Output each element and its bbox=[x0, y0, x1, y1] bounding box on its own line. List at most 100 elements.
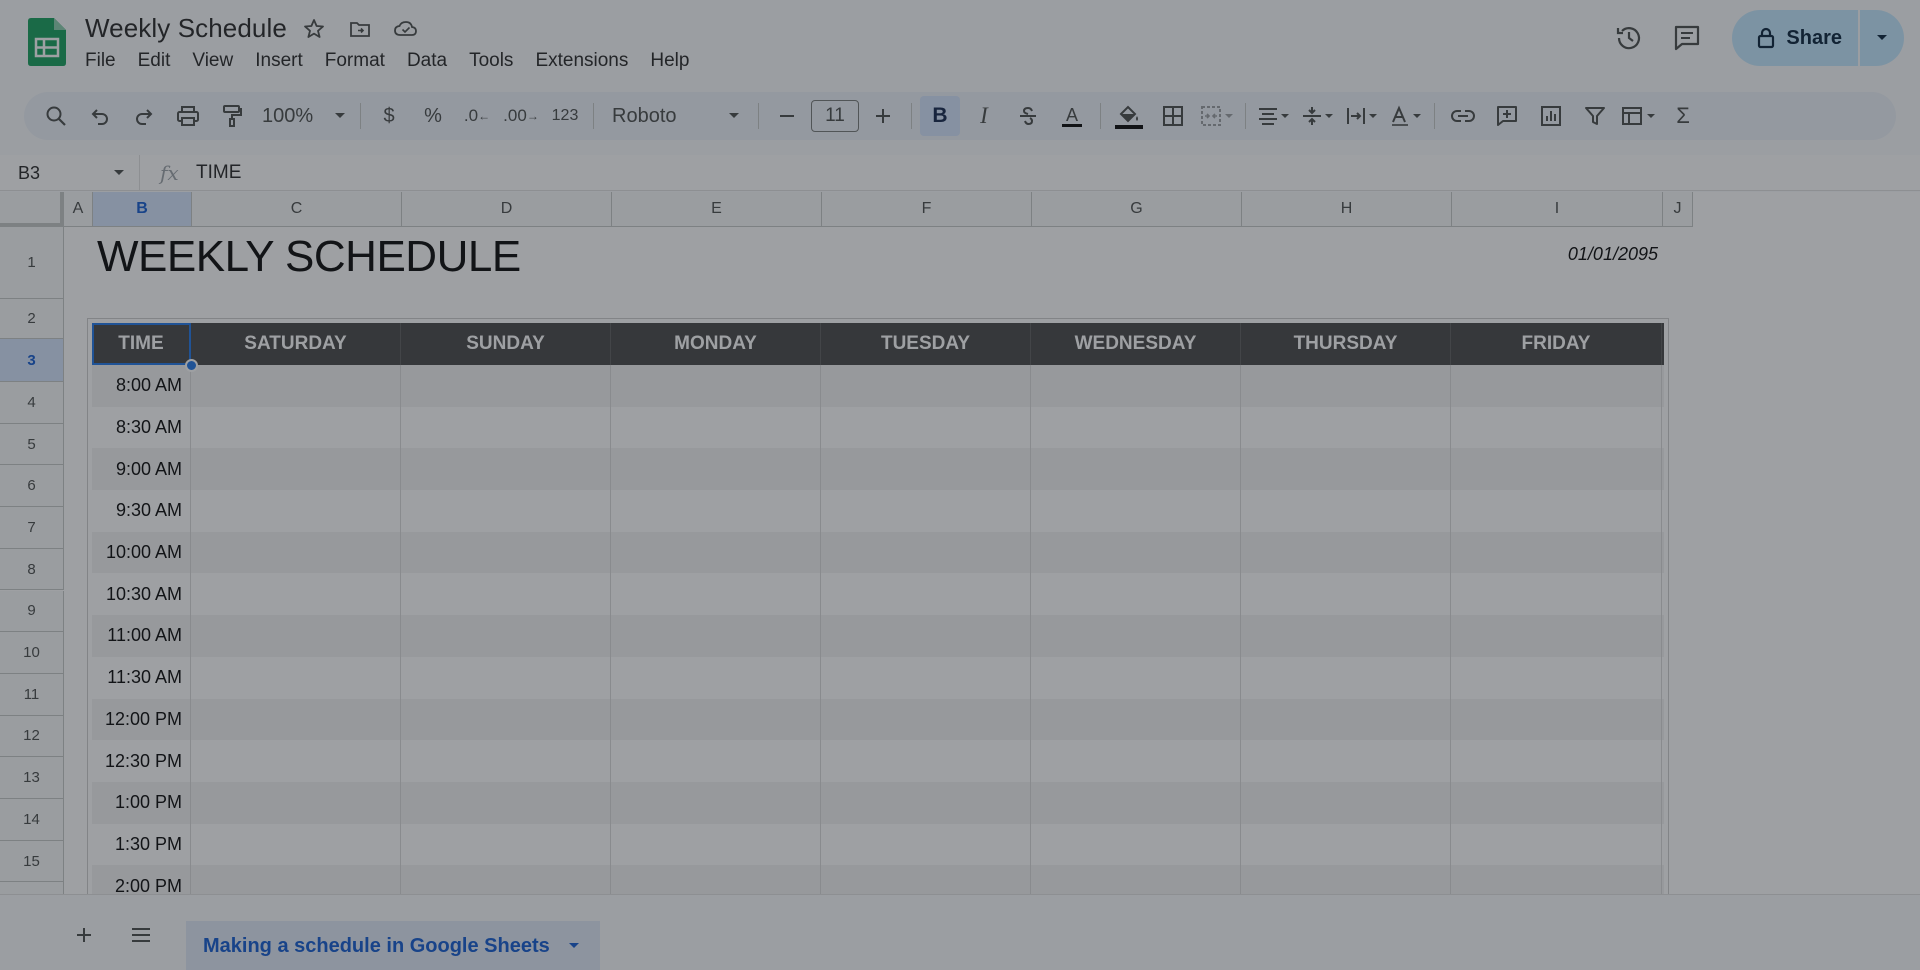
day-cell-thursday[interactable] bbox=[1241, 656, 1451, 699]
time-cell[interactable]: 1:30 PM bbox=[92, 823, 191, 866]
day-cell-tuesday[interactable] bbox=[821, 490, 1031, 532]
day-cell-tuesday[interactable] bbox=[821, 656, 1031, 699]
row-header-6[interactable]: 6 bbox=[0, 465, 64, 508]
more-formats-button[interactable]: 123 bbox=[545, 96, 585, 136]
horizontal-align-icon[interactable] bbox=[1254, 96, 1294, 136]
text-rotation-icon[interactable] bbox=[1386, 96, 1426, 136]
column-header-j[interactable]: J bbox=[1663, 192, 1693, 227]
row-header-13[interactable]: 13 bbox=[0, 757, 64, 799]
day-cell-saturday[interactable] bbox=[191, 781, 401, 824]
day-cell-thursday[interactable] bbox=[1241, 781, 1451, 824]
time-cell[interactable]: 11:00 AM bbox=[92, 615, 191, 657]
sheets-logo-icon[interactable] bbox=[28, 18, 66, 66]
text-color-button[interactable]: A bbox=[1052, 96, 1092, 136]
day-cell-saturday[interactable] bbox=[191, 448, 401, 491]
day-cell-wednesday[interactable] bbox=[1031, 865, 1241, 894]
day-cell-tuesday[interactable] bbox=[821, 448, 1031, 491]
comments-icon[interactable] bbox=[1662, 10, 1712, 66]
day-cell-saturday[interactable] bbox=[191, 365, 401, 407]
day-cell-monday[interactable] bbox=[611, 823, 821, 866]
day-cell-wednesday[interactable] bbox=[1031, 656, 1241, 699]
decrease-decimal-button[interactable]: .0 ← bbox=[457, 96, 497, 136]
day-cell-tuesday[interactable] bbox=[821, 406, 1031, 449]
day-cell-saturday[interactable] bbox=[191, 531, 401, 574]
time-cell[interactable]: 12:00 PM bbox=[92, 698, 191, 741]
header-cell-friday[interactable]: FRIDAY bbox=[1451, 323, 1662, 365]
filter-icon[interactable] bbox=[1575, 96, 1615, 136]
header-cell-time[interactable]: TIME bbox=[92, 323, 191, 365]
row-header-7[interactable]: 7 bbox=[0, 507, 64, 549]
day-cell-thursday[interactable] bbox=[1241, 823, 1451, 866]
name-box[interactable]: B3 bbox=[0, 155, 140, 191]
increase-decimal-button[interactable]: .00 → bbox=[501, 96, 541, 136]
menu-help[interactable]: Help bbox=[639, 48, 700, 74]
merge-cells-icon[interactable] bbox=[1197, 96, 1237, 136]
day-cell-sunday[interactable] bbox=[401, 781, 611, 824]
version-history-icon[interactable] bbox=[1604, 10, 1654, 66]
day-cell-friday[interactable] bbox=[1451, 490, 1662, 532]
header-cell-monday[interactable]: MONDAY bbox=[611, 323, 821, 365]
day-cell-friday[interactable] bbox=[1451, 781, 1662, 824]
all-sheets-icon[interactable] bbox=[121, 915, 161, 955]
row-header-4[interactable]: 4 bbox=[0, 382, 64, 424]
undo-icon[interactable] bbox=[80, 96, 120, 136]
day-cell-thursday[interactable] bbox=[1241, 740, 1451, 782]
select-all-corner[interactable] bbox=[0, 192, 64, 227]
font-size-input[interactable]: 11 bbox=[811, 100, 859, 132]
day-cell-friday[interactable] bbox=[1451, 698, 1662, 741]
redo-icon[interactable] bbox=[124, 96, 164, 136]
day-cell-monday[interactable] bbox=[611, 865, 821, 894]
day-cell-sunday[interactable] bbox=[401, 490, 611, 532]
day-cell-friday[interactable] bbox=[1451, 823, 1662, 866]
day-cell-friday[interactable] bbox=[1451, 573, 1662, 616]
day-cell-sunday[interactable] bbox=[401, 698, 611, 741]
day-cell-saturday[interactable] bbox=[191, 865, 401, 894]
day-cell-monday[interactable] bbox=[611, 448, 821, 491]
day-cell-friday[interactable] bbox=[1451, 615, 1662, 657]
day-cell-saturday[interactable] bbox=[191, 615, 401, 657]
format-currency-button[interactable]: $ bbox=[369, 96, 409, 136]
day-cell-wednesday[interactable] bbox=[1031, 490, 1241, 532]
column-header-c[interactable]: C bbox=[192, 192, 402, 227]
day-cell-wednesday[interactable] bbox=[1031, 781, 1241, 824]
day-cell-saturday[interactable] bbox=[191, 698, 401, 741]
insert-link-icon[interactable] bbox=[1443, 96, 1483, 136]
day-cell-sunday[interactable] bbox=[401, 531, 611, 574]
time-cell[interactable]: 8:00 AM bbox=[92, 365, 191, 407]
column-header-h[interactable]: H bbox=[1242, 192, 1452, 227]
header-cell-wednesday[interactable]: WEDNESDAY bbox=[1031, 323, 1241, 365]
menu-data[interactable]: Data bbox=[396, 48, 458, 74]
row-header-16[interactable]: 16 bbox=[0, 882, 64, 894]
day-cell-tuesday[interactable] bbox=[821, 365, 1031, 407]
day-cell-tuesday[interactable] bbox=[821, 781, 1031, 824]
day-cell-monday[interactable] bbox=[611, 531, 821, 574]
day-cell-friday[interactable] bbox=[1451, 406, 1662, 449]
print-icon[interactable] bbox=[168, 96, 208, 136]
day-cell-monday[interactable] bbox=[611, 740, 821, 782]
add-sheet-icon[interactable] bbox=[64, 915, 104, 955]
day-cell-wednesday[interactable] bbox=[1031, 406, 1241, 449]
day-cell-wednesday[interactable] bbox=[1031, 823, 1241, 866]
strikethrough-icon[interactable] bbox=[1008, 96, 1048, 136]
share-dropdown-button[interactable] bbox=[1860, 10, 1904, 66]
day-cell-monday[interactable] bbox=[611, 406, 821, 449]
time-cell[interactable]: 1:00 PM bbox=[92, 781, 191, 824]
day-cell-friday[interactable] bbox=[1451, 865, 1662, 894]
day-cell-thursday[interactable] bbox=[1241, 490, 1451, 532]
day-cell-monday[interactable] bbox=[611, 490, 821, 532]
day-cell-saturday[interactable] bbox=[191, 490, 401, 532]
header-cell-thursday[interactable]: THURSDAY bbox=[1241, 323, 1451, 365]
fill-color-icon[interactable] bbox=[1109, 96, 1149, 136]
day-cell-monday[interactable] bbox=[611, 573, 821, 616]
day-cell-tuesday[interactable] bbox=[821, 740, 1031, 782]
spreadsheet-grid[interactable]: ABCDEFGHIJ 12345678910111213141516 WEEKL… bbox=[0, 192, 1920, 894]
day-cell-friday[interactable] bbox=[1451, 656, 1662, 699]
insert-comment-icon[interactable] bbox=[1487, 96, 1527, 136]
increase-font-size-icon[interactable] bbox=[863, 96, 903, 136]
day-cell-sunday[interactable] bbox=[401, 615, 611, 657]
day-cell-friday[interactable] bbox=[1451, 448, 1662, 491]
day-cell-wednesday[interactable] bbox=[1031, 615, 1241, 657]
italic-button[interactable]: I bbox=[964, 96, 1004, 136]
day-cell-thursday[interactable] bbox=[1241, 365, 1451, 407]
text-wrapping-icon[interactable] bbox=[1342, 96, 1382, 136]
